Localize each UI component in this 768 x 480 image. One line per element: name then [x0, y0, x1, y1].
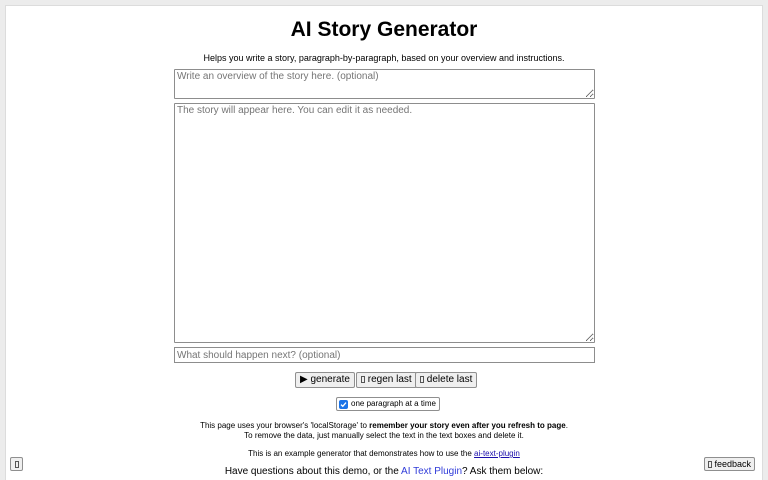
questions-prefix: Have questions about this demo, or the [224, 466, 402, 477]
example-notice: This is an example generator that demons… [6, 449, 762, 458]
page-subtitle: Helps you write a story, paragraph-by-pa… [203, 53, 565, 63]
one-paragraph-label: one paragraph at a time [351, 399, 436, 408]
menu-icon [14, 461, 19, 468]
overview-textarea[interactable] [174, 69, 595, 99]
delete-last-label: delete last [426, 374, 473, 385]
redo-icon [361, 376, 365, 383]
menu-button[interactable] [10, 457, 23, 471]
ai-text-plugin-link[interactable]: ai-text-plugin [474, 449, 520, 458]
next-instruction-input[interactable] [174, 347, 595, 363]
feedback-label: feedback [714, 459, 752, 469]
checkmark-icon [340, 401, 347, 407]
feedback-button[interactable]: feedback [704, 457, 756, 471]
storage-notice: This page uses your browser's 'localStor… [6, 421, 762, 430]
regen-last-button[interactable]: regen last [356, 372, 417, 388]
generate-button-label: ▶ generate [300, 374, 350, 385]
generate-button[interactable]: ▶ generate [295, 372, 355, 388]
feedback-icon [708, 461, 712, 468]
one-paragraph-checkbox[interactable] [339, 399, 348, 409]
remove-data-notice: To remove the data, just manually select… [244, 431, 524, 440]
story-textarea[interactable] [174, 103, 595, 343]
one-paragraph-toggle[interactable]: one paragraph at a time [336, 397, 440, 411]
storage-notice-suffix: . [565, 421, 568, 430]
regen-last-label: regen last [367, 374, 412, 385]
page-container: AI Story Generator Helps you write a sto… [5, 5, 763, 480]
storage-notice-prefix: This page uses your browser's 'localStor… [200, 421, 370, 430]
storage-notice-bold: remember your story even after you refre… [369, 421, 566, 430]
questions-suffix: ? Ask them below: [462, 466, 544, 477]
ai-text-plugin-name-link[interactable]: AI Text Plugin [401, 466, 462, 477]
page-title: AI Story Generator [290, 18, 478, 41]
delete-last-button[interactable]: delete last [415, 372, 478, 388]
example-notice-prefix: This is an example generator that demons… [248, 449, 475, 458]
questions-notice: Have questions about this demo, or the A… [6, 466, 762, 477]
trash-icon [420, 376, 424, 383]
